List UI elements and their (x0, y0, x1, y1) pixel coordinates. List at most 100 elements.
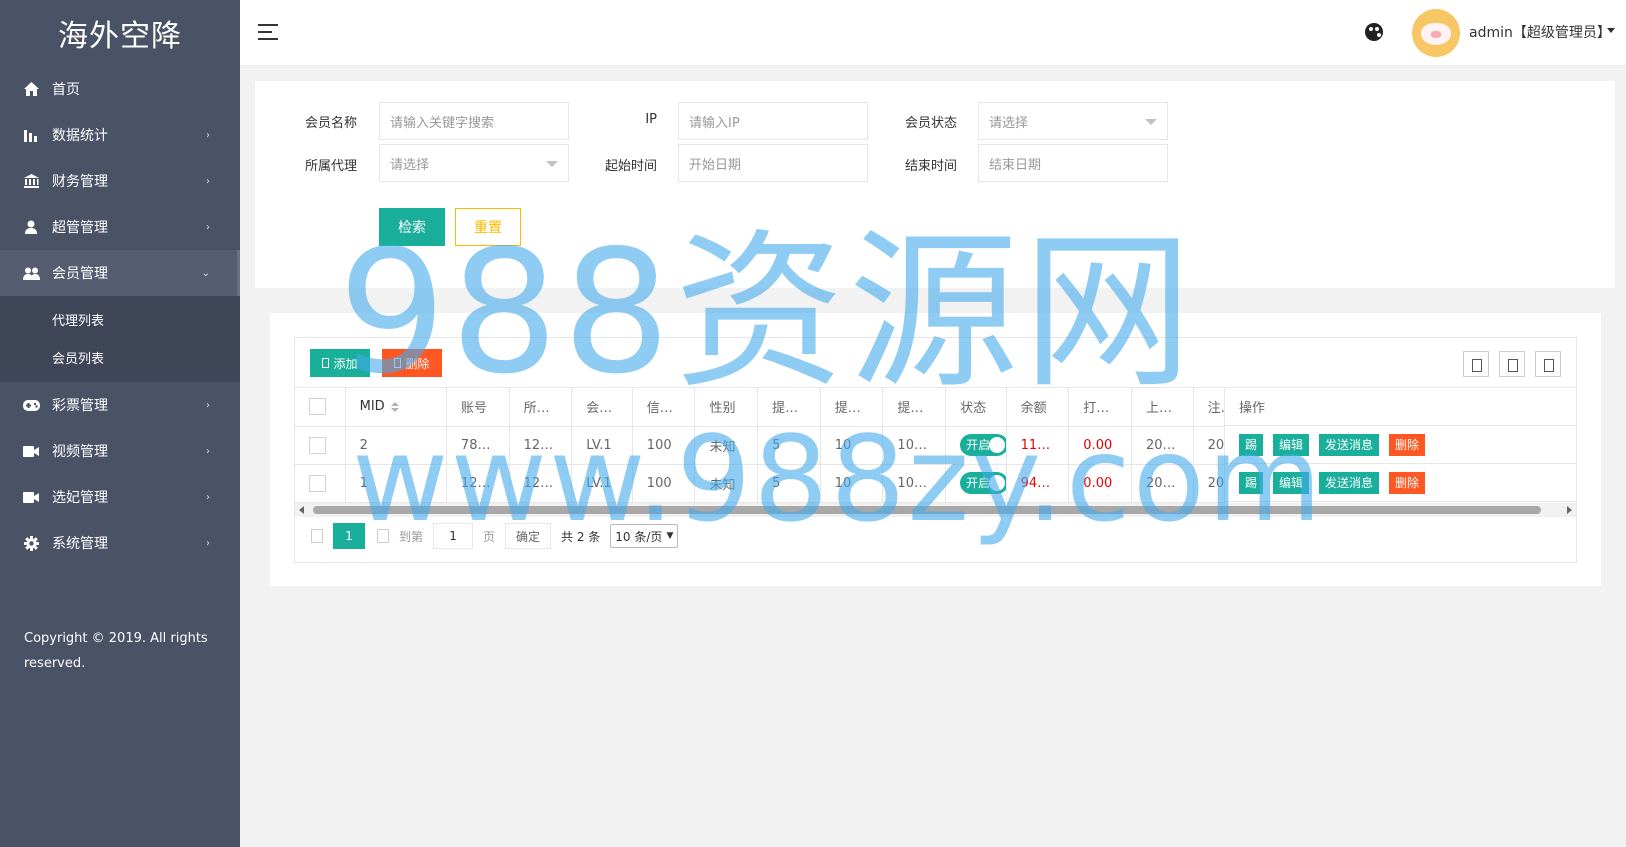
goto-confirm-button[interactable]: 确定 (505, 523, 552, 549)
chevron-down-icon (546, 161, 558, 167)
status-label: 会员状态 (904, 116, 957, 131)
users-icon (22, 264, 40, 282)
table-cell: 100 (632, 426, 696, 465)
table-panel: 添加 删除 MID 账号 所… 会… 信… 性别 提… 提… 提… 状态 余额 … (270, 313, 1601, 586)
column-header-mid[interactable]: MID (345, 388, 447, 427)
menu-toggle-icon[interactable] (258, 24, 278, 40)
edit-button[interactable]: 编辑 (1273, 471, 1310, 494)
table-cell: 100 (632, 464, 696, 503)
sidebar-item-system[interactable]: 系统管理 › (0, 520, 240, 566)
agent-select[interactable]: 请选择 (379, 144, 569, 182)
status-toggle[interactable]: 开启 (960, 472, 1006, 494)
column-header: 状态 (945, 388, 1007, 427)
delete-button[interactable]: 删除 (1389, 471, 1426, 494)
columns-filter-icon[interactable] (1463, 351, 1489, 377)
sidebar-item-home[interactable]: 首页 (0, 66, 240, 112)
balance-cell: 11… (1006, 426, 1070, 465)
table-cell: 1 (345, 464, 447, 503)
home-icon (22, 80, 40, 98)
status-toggle[interactable]: 开启 (960, 434, 1006, 456)
table-cell: 20… (1193, 426, 1226, 465)
sidebar-item-members[interactable]: 会员管理 ⌄ (0, 250, 240, 296)
table-cell: 20… (1131, 426, 1194, 465)
scrollbar-thumb[interactable] (313, 506, 1541, 514)
table-cell: 0.00 (1068, 426, 1132, 465)
column-header: 提… (882, 388, 947, 427)
delete-button[interactable]: 删除 (1389, 433, 1426, 456)
prev-page-icon[interactable] (311, 529, 323, 543)
sidebar-item-label: 系统管理 (52, 536, 108, 552)
send-message-button[interactable]: 发送消息 (1319, 471, 1380, 494)
member-name-input[interactable]: 请输入关键字搜索 (379, 102, 569, 140)
chevron-down-icon (1145, 119, 1157, 125)
ip-input[interactable]: 请输入IP (678, 102, 868, 140)
edit-button[interactable]: 编辑 (1273, 433, 1310, 456)
status-select-value: 请选择 (989, 115, 1029, 131)
avatar[interactable] (1412, 9, 1460, 57)
sidebar-item-label: 彩票管理 (52, 398, 108, 414)
sidebar-item-label: 超管管理 (52, 220, 108, 236)
row-checkbox[interactable] (309, 474, 326, 492)
caret-down-icon[interactable] (1607, 28, 1615, 33)
table-row: 1 12… 12… LV.1 100 未知 5 10 10… 开启 94… 0.… (295, 464, 1226, 503)
page-size-select[interactable]: 10 条/页 ▼ (610, 524, 679, 548)
chevron-right-icon: › (206, 445, 210, 457)
sort-icon[interactable] (390, 401, 399, 412)
bank-icon (22, 172, 40, 190)
sidebar-item-selection[interactable]: 选妃管理 › (0, 474, 240, 520)
sidebar-item-finance[interactable]: 财务管理 › (0, 158, 240, 204)
export-icon[interactable] (1499, 351, 1525, 377)
kick-button[interactable]: 踢 (1239, 471, 1264, 494)
app-logo[interactable]: 海外空降 (0, 0, 240, 66)
top-header: admin【超级管理员】 (240, 0, 1626, 66)
column-header: 信… (632, 388, 696, 427)
search-button[interactable]: 检索 (379, 208, 445, 246)
chevron-right-icon: › (206, 399, 210, 411)
sidebar-item-lottery[interactable]: 彩票管理 › (0, 382, 240, 428)
palette-icon[interactable] (1365, 23, 1383, 41)
row-select-cell[interactable] (295, 464, 346, 503)
current-page[interactable]: 1 (333, 523, 365, 549)
horizontal-scrollbar[interactable] (295, 503, 1576, 517)
member-name-label: 会员名称 (304, 116, 357, 131)
select-all-checkbox[interactable] (309, 398, 326, 416)
table-cell: 未知 (694, 426, 759, 465)
row-checkbox[interactable] (309, 436, 326, 454)
sidebar-item-label: 数据统计 (52, 128, 108, 144)
table-cell: LV.1 (571, 426, 633, 465)
search-panel: 会员名称 请输入关键字搜索 IP 请输入IP 会员状态 请选择 所属代理 请选择… (255, 81, 1615, 288)
reset-button[interactable]: 重置 (455, 208, 521, 246)
start-date-input[interactable]: 开始日期 (678, 144, 868, 182)
sidebar-item-stats[interactable]: 数据统计 › (0, 112, 240, 158)
chevron-right-icon: › (206, 491, 210, 503)
end-date-input[interactable]: 结束日期 (978, 144, 1168, 182)
status-select[interactable]: 请选择 (978, 102, 1168, 140)
sidebar-item-admin[interactable]: 超管管理 › (0, 204, 240, 250)
row-select-cell[interactable] (295, 426, 346, 465)
agent-label: 所属代理 (304, 159, 357, 174)
goto-page-input[interactable]: 1 (433, 523, 474, 549)
select-all-cell[interactable] (295, 388, 346, 427)
table-cell: 12… (509, 426, 573, 465)
bar-chart-icon (22, 126, 40, 144)
total-count: 共 2 条 (561, 529, 601, 544)
scroll-left-icon[interactable] (299, 506, 304, 514)
add-button[interactable]: 添加 (310, 349, 370, 377)
send-message-button[interactable]: 发送消息 (1319, 433, 1380, 456)
next-page-icon[interactable] (377, 529, 389, 543)
scroll-right-icon[interactable] (1567, 506, 1572, 514)
sidebar-item-label: 选妃管理 (52, 490, 108, 506)
sidebar-item-video[interactable]: 视频管理 › (0, 428, 240, 474)
sidebar-item-label: 会员管理 (52, 266, 108, 282)
sidebar-subitem-agent-list[interactable]: 代理列表 (0, 300, 240, 338)
column-header: 所… (509, 388, 573, 427)
column-header: 注… (1193, 388, 1226, 427)
chevron-down-icon: ⌄ (201, 267, 210, 279)
user-menu[interactable]: admin【超级管理员】 (1469, 22, 1611, 42)
sidebar-subitem-member-list[interactable]: 会员列表 (0, 338, 240, 376)
batch-delete-button[interactable]: 删除 (382, 349, 442, 377)
table-cell: 2 (345, 426, 447, 465)
chevron-right-icon: › (206, 129, 210, 141)
kick-button[interactable]: 踢 (1239, 433, 1264, 456)
print-icon[interactable] (1535, 351, 1561, 377)
